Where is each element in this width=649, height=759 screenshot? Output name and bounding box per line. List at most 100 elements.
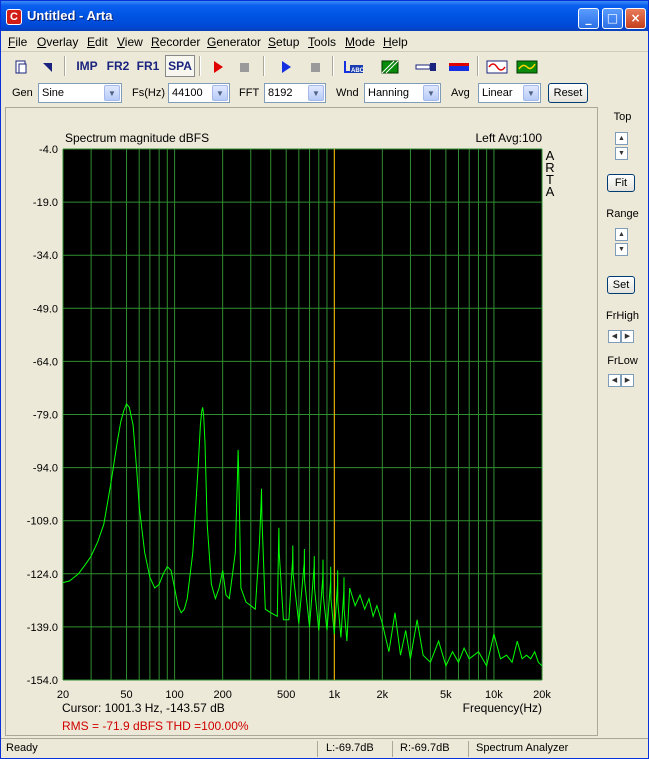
gen-select[interactable]: Sine ▼ bbox=[38, 83, 122, 103]
chevron-down-icon[interactable]: ▼ bbox=[308, 85, 324, 101]
menu-setup-rest: etup bbox=[276, 35, 300, 49]
new-file-icon bbox=[15, 60, 27, 74]
arta-app-icon[interactable]: C bbox=[6, 9, 22, 25]
status-mode: Spectrum Analyzer bbox=[476, 742, 569, 754]
status-left-level: L:-69.7dB bbox=[326, 742, 374, 754]
menu-bar: File Overlay Edit View Recorder Generato… bbox=[1, 31, 648, 52]
menu-overlay-key: O bbox=[37, 35, 47, 49]
fft-select[interactable]: 8192 ▼ bbox=[264, 83, 326, 103]
range-label: Range bbox=[606, 208, 639, 220]
y-tick-label: -64.0 bbox=[33, 356, 58, 368]
menu-help-key: H bbox=[383, 35, 392, 49]
chevron-down-icon[interactable]: ▼ bbox=[212, 85, 228, 101]
fft-label: FFT bbox=[239, 87, 260, 99]
frhigh-left-spinner[interactable]: ◀ bbox=[608, 330, 621, 343]
y-tick-label: -94.0 bbox=[33, 463, 58, 475]
record-button[interactable] bbox=[206, 55, 230, 77]
menu-overlay[interactable]: Overlay bbox=[37, 35, 78, 49]
stop-button[interactable] bbox=[232, 55, 256, 77]
mic-icon bbox=[415, 63, 436, 71]
top-up-spinner[interactable]: ▲ bbox=[615, 132, 628, 145]
chart-title: Spectrum magnitude dBFS bbox=[65, 131, 209, 145]
fs-select[interactable]: 44100 ▼ bbox=[168, 83, 230, 103]
menu-edit[interactable]: Edit bbox=[87, 35, 108, 49]
hatch-button[interactable] bbox=[378, 55, 402, 77]
minimize-button[interactable]: _ bbox=[578, 8, 599, 29]
menu-recorder[interactable]: Recorder bbox=[151, 35, 200, 49]
right-control-panel: Top ▲ ▼ Fit Range ▲ ▼ Set FrHigh ◀ ▶ FrL… bbox=[599, 107, 646, 736]
menu-view-rest: iew bbox=[124, 35, 143, 49]
range-down-spinner[interactable]: ▼ bbox=[615, 243, 628, 256]
rgb-button[interactable] bbox=[446, 55, 472, 77]
menu-generator[interactable]: Generator bbox=[207, 35, 261, 49]
wnd-select[interactable]: Hanning ▼ bbox=[364, 83, 441, 103]
imp-mode-button[interactable]: IMP bbox=[73, 55, 101, 77]
status-separator bbox=[317, 741, 318, 757]
menu-view[interactable]: View bbox=[117, 35, 143, 49]
menu-setup[interactable]: Setup bbox=[268, 35, 299, 49]
range-up-spinner[interactable]: ▲ bbox=[615, 228, 628, 241]
play-blue-icon bbox=[282, 61, 291, 73]
avg-label: Avg bbox=[451, 87, 470, 99]
frlow-left-spinner[interactable]: ◀ bbox=[608, 374, 621, 387]
fr1-mode-button[interactable]: FR1 bbox=[135, 55, 161, 77]
status-right-level: R:-69.7dB bbox=[400, 742, 450, 754]
green-wave-button[interactable] bbox=[514, 55, 540, 77]
x-axis-label: Frequency(Hz) bbox=[463, 701, 542, 715]
set-button[interactable]: Set bbox=[607, 276, 635, 294]
sine-wave-button[interactable] bbox=[484, 55, 510, 77]
fr2-mode-button[interactable]: FR2 bbox=[105, 55, 131, 77]
hatch-icon bbox=[381, 60, 399, 74]
menu-mode-rest: ode bbox=[355, 35, 376, 49]
fs-value: 44100 bbox=[172, 87, 203, 99]
menu-mode[interactable]: Mode bbox=[345, 35, 375, 49]
status-ready: Ready bbox=[6, 742, 38, 754]
arta-window: C Untitled - Arta _ □ × File Overlay Edi… bbox=[0, 0, 649, 759]
chevron-down-icon[interactable]: ▼ bbox=[523, 85, 539, 101]
main-toolbar: IMP FR2 FR1 SPA ABC bbox=[1, 53, 648, 80]
menu-mode-key: M bbox=[345, 35, 355, 49]
x-tick-label: 20 bbox=[57, 689, 69, 701]
new-file-button[interactable] bbox=[9, 55, 33, 77]
x-tick-label: 100 bbox=[165, 689, 183, 701]
y-tick-label: -19.0 bbox=[33, 197, 58, 209]
menu-help-rest: elp bbox=[391, 35, 408, 49]
y-tick-label: -139.0 bbox=[27, 622, 58, 634]
reset-button[interactable]: Reset bbox=[548, 83, 588, 103]
top-down-spinner[interactable]: ▼ bbox=[615, 147, 628, 160]
chevron-down-icon[interactable]: ▼ bbox=[104, 85, 120, 101]
open-icon bbox=[43, 63, 52, 72]
menu-help[interactable]: Help bbox=[383, 35, 408, 49]
x-tick-label: 10k bbox=[485, 689, 503, 701]
spa-mode-button[interactable]: SPA bbox=[165, 55, 195, 77]
y-tick-label: -4.0 bbox=[39, 144, 58, 156]
menu-overlay-rest: verlay bbox=[46, 35, 79, 49]
play-button[interactable] bbox=[274, 55, 298, 77]
mic-button[interactable] bbox=[413, 55, 439, 77]
maximize-button[interactable]: □ bbox=[602, 8, 623, 29]
fit-button[interactable]: Fit bbox=[607, 174, 635, 192]
avg-select[interactable]: Linear ▼ bbox=[478, 83, 541, 103]
menu-tools[interactable]: Tools bbox=[308, 35, 336, 49]
rms-thd-readout: RMS = -71.9 dBFS THD =100.00% bbox=[62, 719, 249, 733]
y-tick-label: -34.0 bbox=[33, 250, 58, 262]
close-button[interactable]: × bbox=[625, 8, 646, 29]
open-button[interactable] bbox=[35, 55, 59, 77]
status-separator bbox=[468, 741, 469, 757]
title-bar[interactable]: C Untitled - Arta _ □ × bbox=[1, 1, 648, 31]
export-abc-button[interactable]: ABC bbox=[341, 55, 367, 77]
menu-file[interactable]: File bbox=[8, 35, 27, 49]
spectrum-plot-panel[interactable]: Spectrum magnitude dBFS Left Avg:100 -4.… bbox=[5, 107, 598, 736]
frlow-right-spinner[interactable]: ▶ bbox=[621, 374, 634, 387]
frhigh-right-spinner[interactable]: ▶ bbox=[621, 330, 634, 343]
chevron-down-icon[interactable]: ▼ bbox=[423, 85, 439, 101]
x-tick-label: 20k bbox=[533, 689, 551, 701]
y-tick-label: -154.0 bbox=[27, 675, 58, 687]
stop-generator-button[interactable] bbox=[303, 55, 327, 77]
spectrum-chart[interactable]: Spectrum magnitude dBFS Left Avg:100 -4.… bbox=[6, 108, 599, 737]
menu-setup-key: S bbox=[268, 35, 277, 49]
status-bar: Ready L:-69.7dB R:-69.7dB Spectrum Analy… bbox=[1, 738, 648, 758]
y-tick-label: -49.0 bbox=[33, 303, 58, 315]
wnd-label: Wnd bbox=[336, 87, 359, 99]
channel-avg-label: Left Avg:100 bbox=[475, 131, 542, 145]
